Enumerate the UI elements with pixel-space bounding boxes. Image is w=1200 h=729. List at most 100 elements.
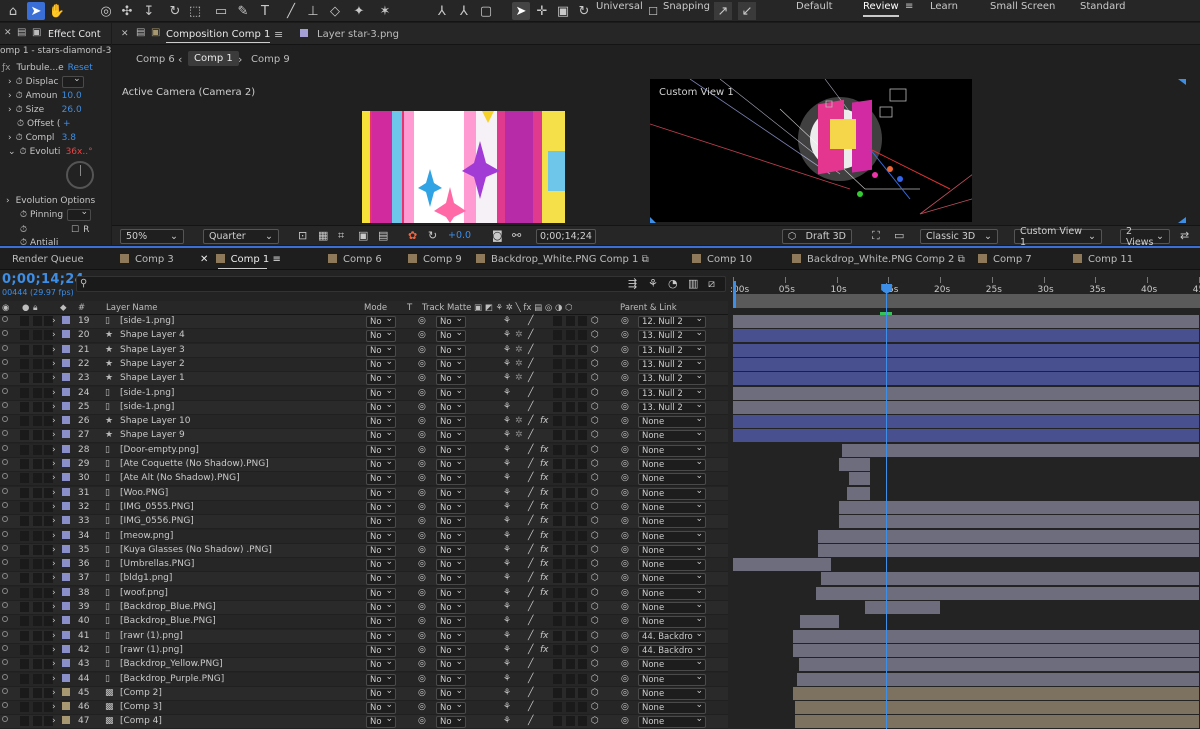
timeline-tab-render-queue[interactable]: Render Queue xyxy=(12,254,84,265)
comp-flowchart-icon[interactable]: ⧉ xyxy=(954,254,965,265)
collapse-switch-icon[interactable]: ✲ xyxy=(515,373,523,383)
blend-mode-dropdown[interactable]: No xyxy=(366,714,396,729)
chevron-right-icon[interactable]: › xyxy=(52,416,56,426)
shy-switch-icon[interactable]: ⚘ xyxy=(503,616,511,626)
parent-dropdown[interactable]: None xyxy=(638,571,706,586)
layer-name[interactable]: [Door-empty.png] xyxy=(120,445,199,455)
collapse-switch-icon[interactable]: ✲ xyxy=(515,416,523,426)
layer-name[interactable]: [Backdrop_Purple.PNG] xyxy=(120,674,224,684)
motion-blur-switch[interactable] xyxy=(566,573,575,584)
timeline-tab-comp-11[interactable]: Comp 11 xyxy=(1073,254,1133,265)
layer-row[interactable]: › 33 ▯ [IMG_0556.PNG] No ◎ No ⚘ ╱ fx ⬡ ◎ None xyxy=(0,514,728,530)
adjustment-switch[interactable] xyxy=(578,659,587,670)
track-matte-dropdown[interactable]: No xyxy=(436,600,466,614)
layer-duration-bar[interactable] xyxy=(733,386,1199,400)
audio-toggle[interactable] xyxy=(20,459,29,469)
work-area-bar[interactable] xyxy=(733,294,1200,308)
shy-switch-icon[interactable]: ⚘ xyxy=(503,645,511,655)
adjustment-switch[interactable] xyxy=(578,716,587,727)
breadcrumb-comp6[interactable]: Comp 6 xyxy=(136,54,175,65)
roto-brush-tool-icon[interactable]: ✦ xyxy=(350,2,368,20)
visibility-eye-icon[interactable] xyxy=(2,459,8,465)
preserve-transparency-icon[interactable]: ◎ xyxy=(418,702,426,712)
adjustment-switch[interactable] xyxy=(578,559,587,570)
quality-switch-icon[interactable]: ╱ xyxy=(528,573,533,583)
chevron-right-icon[interactable]: ⌄ xyxy=(8,147,16,157)
effect-prop-row[interactable]: › ⏱ Size 26.0 xyxy=(8,103,82,117)
layer-row[interactable]: › 39 ▯ [Backdrop_Blue.PNG] No ◎ No ⚘ ╱ ⬡ ◎ None xyxy=(0,600,728,615)
preserve-transparency-icon[interactable]: ◎ xyxy=(418,674,426,684)
chevron-right-icon[interactable]: › xyxy=(8,91,12,101)
collapse-switch-icon[interactable]: ✲ xyxy=(515,330,523,340)
rotate-mode-icon[interactable]: ↻ xyxy=(575,2,593,20)
label-color-swatch[interactable] xyxy=(62,487,70,496)
layer-duration-bar[interactable] xyxy=(817,529,1199,543)
layer-row[interactable]: › 22 ★ Shape Layer 2 No ◎ No ⚘ ✲ ╱ ⬡ ◎ 13. Null 2 xyxy=(0,357,728,372)
motion-blur-switch[interactable] xyxy=(566,530,575,541)
t-column[interactable]: T xyxy=(407,303,412,313)
label-color-swatch[interactable] xyxy=(62,530,70,539)
layer-duration-bar[interactable] xyxy=(733,400,1199,414)
effect-prop-row[interactable]: › ⏱ Amoun 10.0 xyxy=(8,89,82,103)
frame-blend-switch[interactable] xyxy=(553,473,562,484)
audio-toggle[interactable] xyxy=(20,659,29,670)
layer-row[interactable]: › 25 ▯ [side-1.png] No ◎ No ⚘ ╱ ⬡ ◎ 13. Null 2 xyxy=(0,400,728,415)
solo-toggle[interactable] xyxy=(33,573,42,584)
hand-tool-icon[interactable]: ✋ xyxy=(48,2,66,20)
3d-layer-icon[interactable]: ⬡ xyxy=(591,702,599,712)
workspace-standard[interactable]: Standard xyxy=(1080,1,1126,12)
stopwatch-icon[interactable]: ⏱ xyxy=(17,119,24,129)
pick-whip-icon[interactable]: ◎ xyxy=(621,345,629,355)
layer-row[interactable]: › 44 ▯ [Backdrop_Purple.PNG] No ◎ No ⚘ ╱ ⬡ ◎ None xyxy=(0,672,728,687)
chevron-right-icon[interactable]: › xyxy=(8,133,12,143)
shy-switch-icon[interactable]: ⚘ xyxy=(503,330,511,340)
blend-mode-dropdown[interactable]: No xyxy=(366,400,396,414)
motion-blur-switch[interactable] xyxy=(566,644,575,655)
visibility-eye-icon[interactable] xyxy=(2,587,8,594)
menu-icon[interactable]: ≡ xyxy=(269,254,280,265)
motion-blur-switch[interactable] xyxy=(566,673,575,684)
preserve-transparency-icon[interactable]: ◎ xyxy=(418,345,426,355)
layer-duration-bar[interactable] xyxy=(793,686,1199,700)
label-color-swatch[interactable] xyxy=(62,430,70,439)
lock-icon[interactable]: 🔒︎ xyxy=(33,303,38,313)
layer-row[interactable]: › 32 ▯ [IMG_0555.PNG] No ◎ No ⚘ ╱ fx ⬡ ◎ None xyxy=(0,500,728,515)
frame-blend-switch[interactable] xyxy=(553,587,562,598)
layer-row[interactable]: › 40 ▯ [Backdrop_Blue.PNG] No ◎ No ⚘ ╱ ⬡ ◎ None xyxy=(0,614,728,630)
solo-toggle[interactable] xyxy=(33,644,42,655)
3d-layer-icon[interactable]: ⬡ xyxy=(591,645,599,655)
label-color-swatch[interactable] xyxy=(62,516,70,525)
motion-blur-switch[interactable] xyxy=(566,687,575,698)
layer-name[interactable]: [rawr (1).png] xyxy=(120,645,183,655)
layer-duration-bar[interactable] xyxy=(800,615,839,629)
chevron-right-icon[interactable]: › xyxy=(52,659,56,669)
shy-layers-icon[interactable]: ◔ xyxy=(668,277,678,290)
layer-duration-bar[interactable] xyxy=(799,658,1199,672)
layer-name[interactable]: [side-1.png] xyxy=(120,316,174,326)
chevron-right-icon[interactable]: › xyxy=(52,674,56,684)
label-color-swatch[interactable] xyxy=(62,602,70,610)
pick-whip-icon[interactable]: ◎ xyxy=(621,459,629,469)
layer-duration-bar[interactable] xyxy=(733,329,1199,343)
timeline-timecode[interactable]: 0;00;14;24 xyxy=(2,272,84,287)
mask-visibility-icon[interactable]: ⌗ xyxy=(338,229,344,243)
pick-whip-icon[interactable]: ◎ xyxy=(621,416,629,426)
label-color-swatch[interactable] xyxy=(62,630,70,639)
parent-dropdown[interactable]: None xyxy=(638,557,706,572)
shy-switch-icon[interactable]: ⚘ xyxy=(503,716,511,726)
motion-blur-switch[interactable] xyxy=(566,473,575,484)
frame-blend-switch[interactable] xyxy=(553,330,562,341)
parent-dropdown[interactable]: None xyxy=(638,672,706,686)
motion-blur-switch[interactable] xyxy=(566,544,575,555)
blend-mode-dropdown[interactable]: No xyxy=(366,343,396,357)
layer-row[interactable]: › 37 ▯ [bldg1.png] No ◎ No ⚘ ╱ fx ⬡ ◎ None xyxy=(0,571,728,587)
collapse-switch-icon[interactable]: ✲ xyxy=(515,345,523,355)
chevron-right-icon[interactable]: › xyxy=(52,488,56,498)
effect-prop-row[interactable]: › ⏱ Compl 3.8 xyxy=(8,131,76,145)
blend-mode-dropdown[interactable]: No xyxy=(366,571,396,586)
parent-dropdown[interactable]: None xyxy=(638,600,706,614)
adjustment-switch[interactable] xyxy=(578,401,587,412)
layer-duration-bar[interactable] xyxy=(795,701,1199,715)
comp-flowchart-icon[interactable]: ⧉ xyxy=(638,254,649,265)
audio-toggle[interactable] xyxy=(20,344,29,355)
